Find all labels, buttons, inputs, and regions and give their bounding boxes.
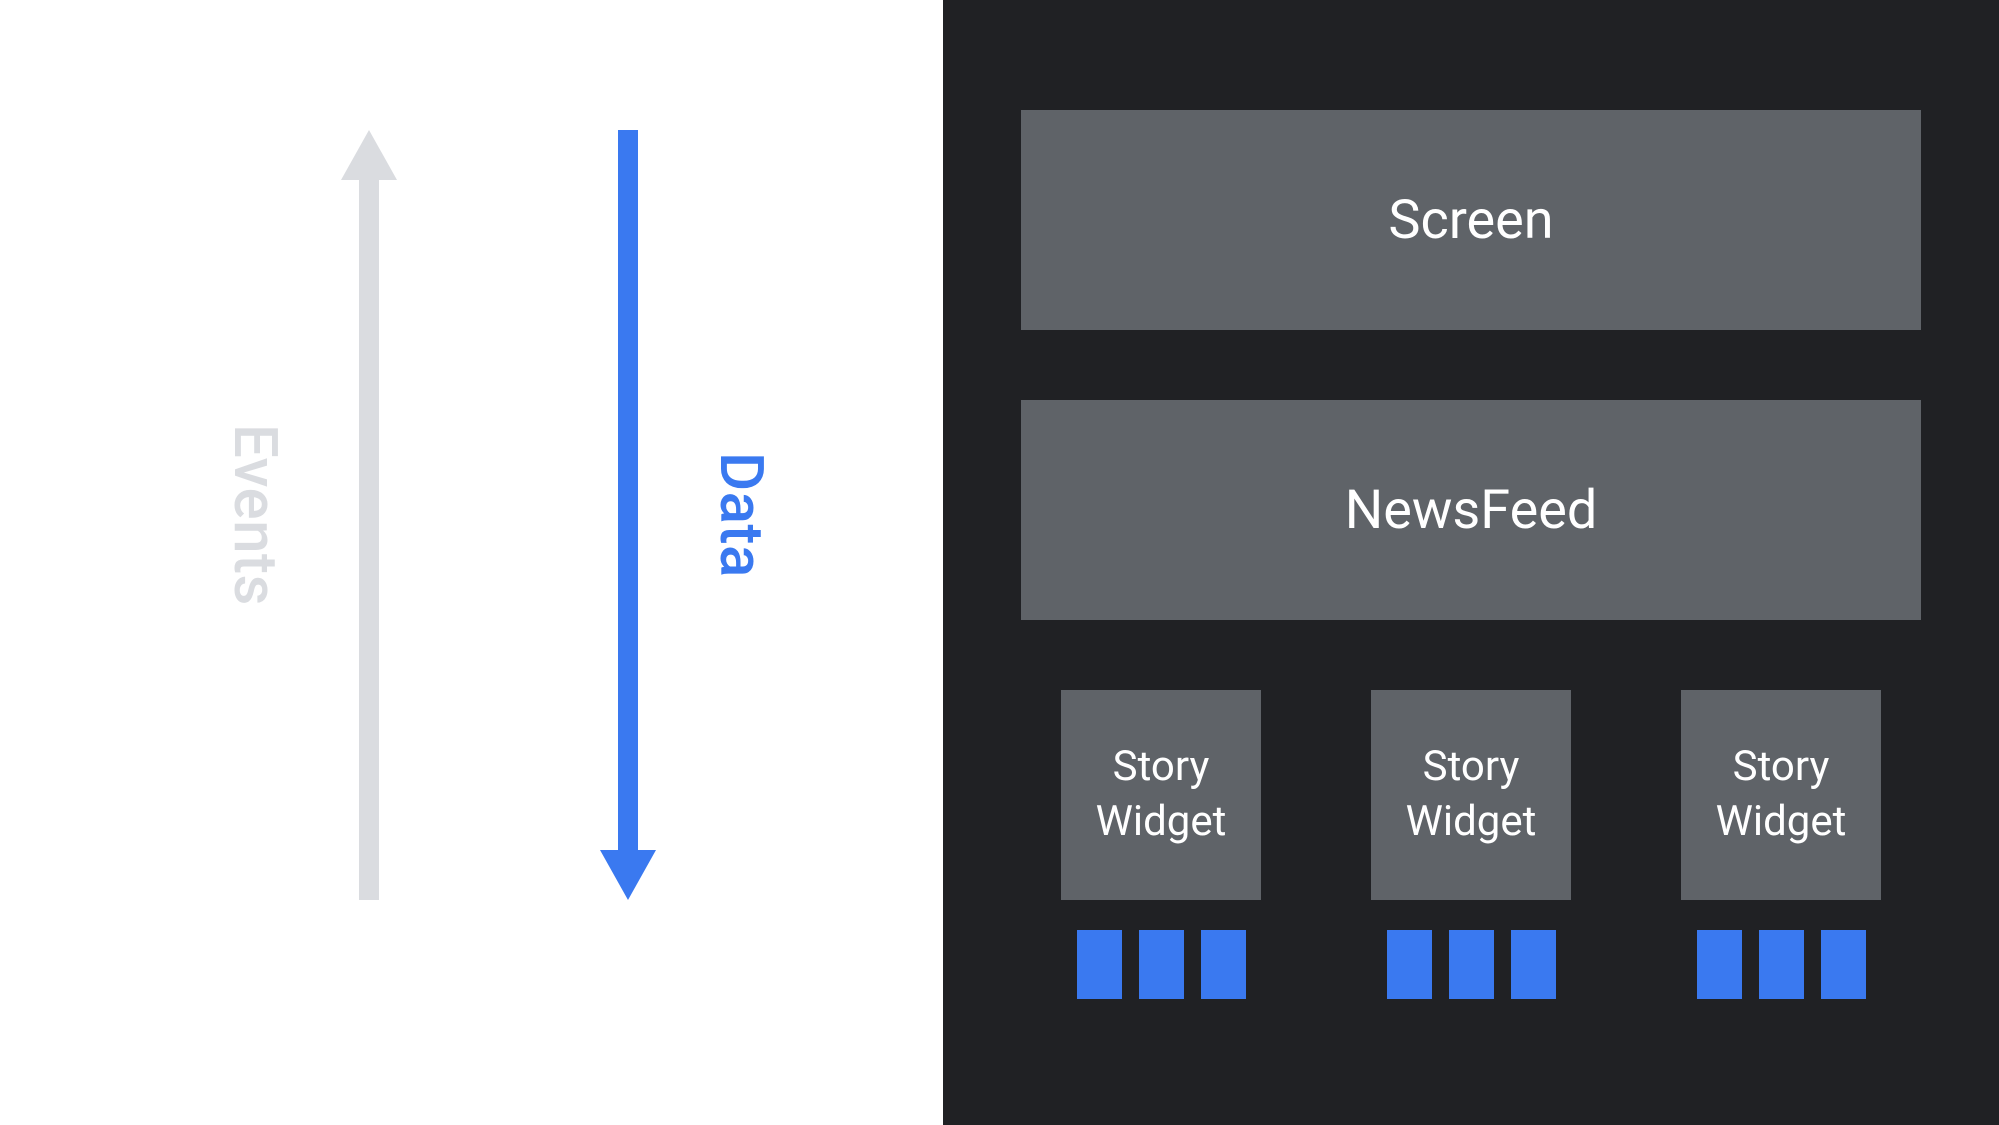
widget-group: Story Widget — [1021, 690, 1301, 999]
widget-label: Story Widget — [1406, 740, 1537, 849]
screen-label: Screen — [1388, 189, 1553, 252]
widget-group: Story Widget — [1331, 690, 1611, 999]
pips-row — [1387, 930, 1556, 999]
pip — [1759, 930, 1804, 999]
widget-group: Story Widget — [1641, 690, 1921, 999]
pip — [1387, 930, 1432, 999]
pip — [1821, 930, 1866, 999]
data-label: Data — [706, 452, 777, 578]
newsfeed-box: NewsFeed — [1021, 400, 1921, 620]
story-widget-box: Story Widget — [1061, 690, 1261, 900]
arrow-down-icon — [598, 130, 658, 900]
pip — [1077, 930, 1122, 999]
right-panel: Screen NewsFeed Story Widget Story Widge… — [943, 0, 1999, 1125]
widget-row: Story Widget Story Widget Story Widget — [1021, 690, 1921, 999]
pips-row — [1697, 930, 1866, 999]
screen-box: Screen — [1021, 110, 1921, 330]
pip — [1139, 930, 1184, 999]
events-arrow-group: Events — [220, 130, 399, 900]
data-arrow-group: Data — [598, 130, 777, 900]
newsfeed-label: NewsFeed — [1345, 479, 1598, 542]
pip — [1511, 930, 1556, 999]
pip — [1201, 930, 1246, 999]
pip — [1449, 930, 1494, 999]
widget-label: Story Widget — [1716, 740, 1847, 849]
story-widget-box: Story Widget — [1371, 690, 1571, 900]
pips-row — [1077, 930, 1246, 999]
widget-label: Story Widget — [1096, 740, 1227, 849]
events-label: Events — [220, 424, 291, 606]
arrow-up-icon — [339, 130, 399, 900]
left-panel: Events Data — [0, 0, 943, 1125]
pip — [1697, 930, 1742, 999]
story-widget-box: Story Widget — [1681, 690, 1881, 900]
